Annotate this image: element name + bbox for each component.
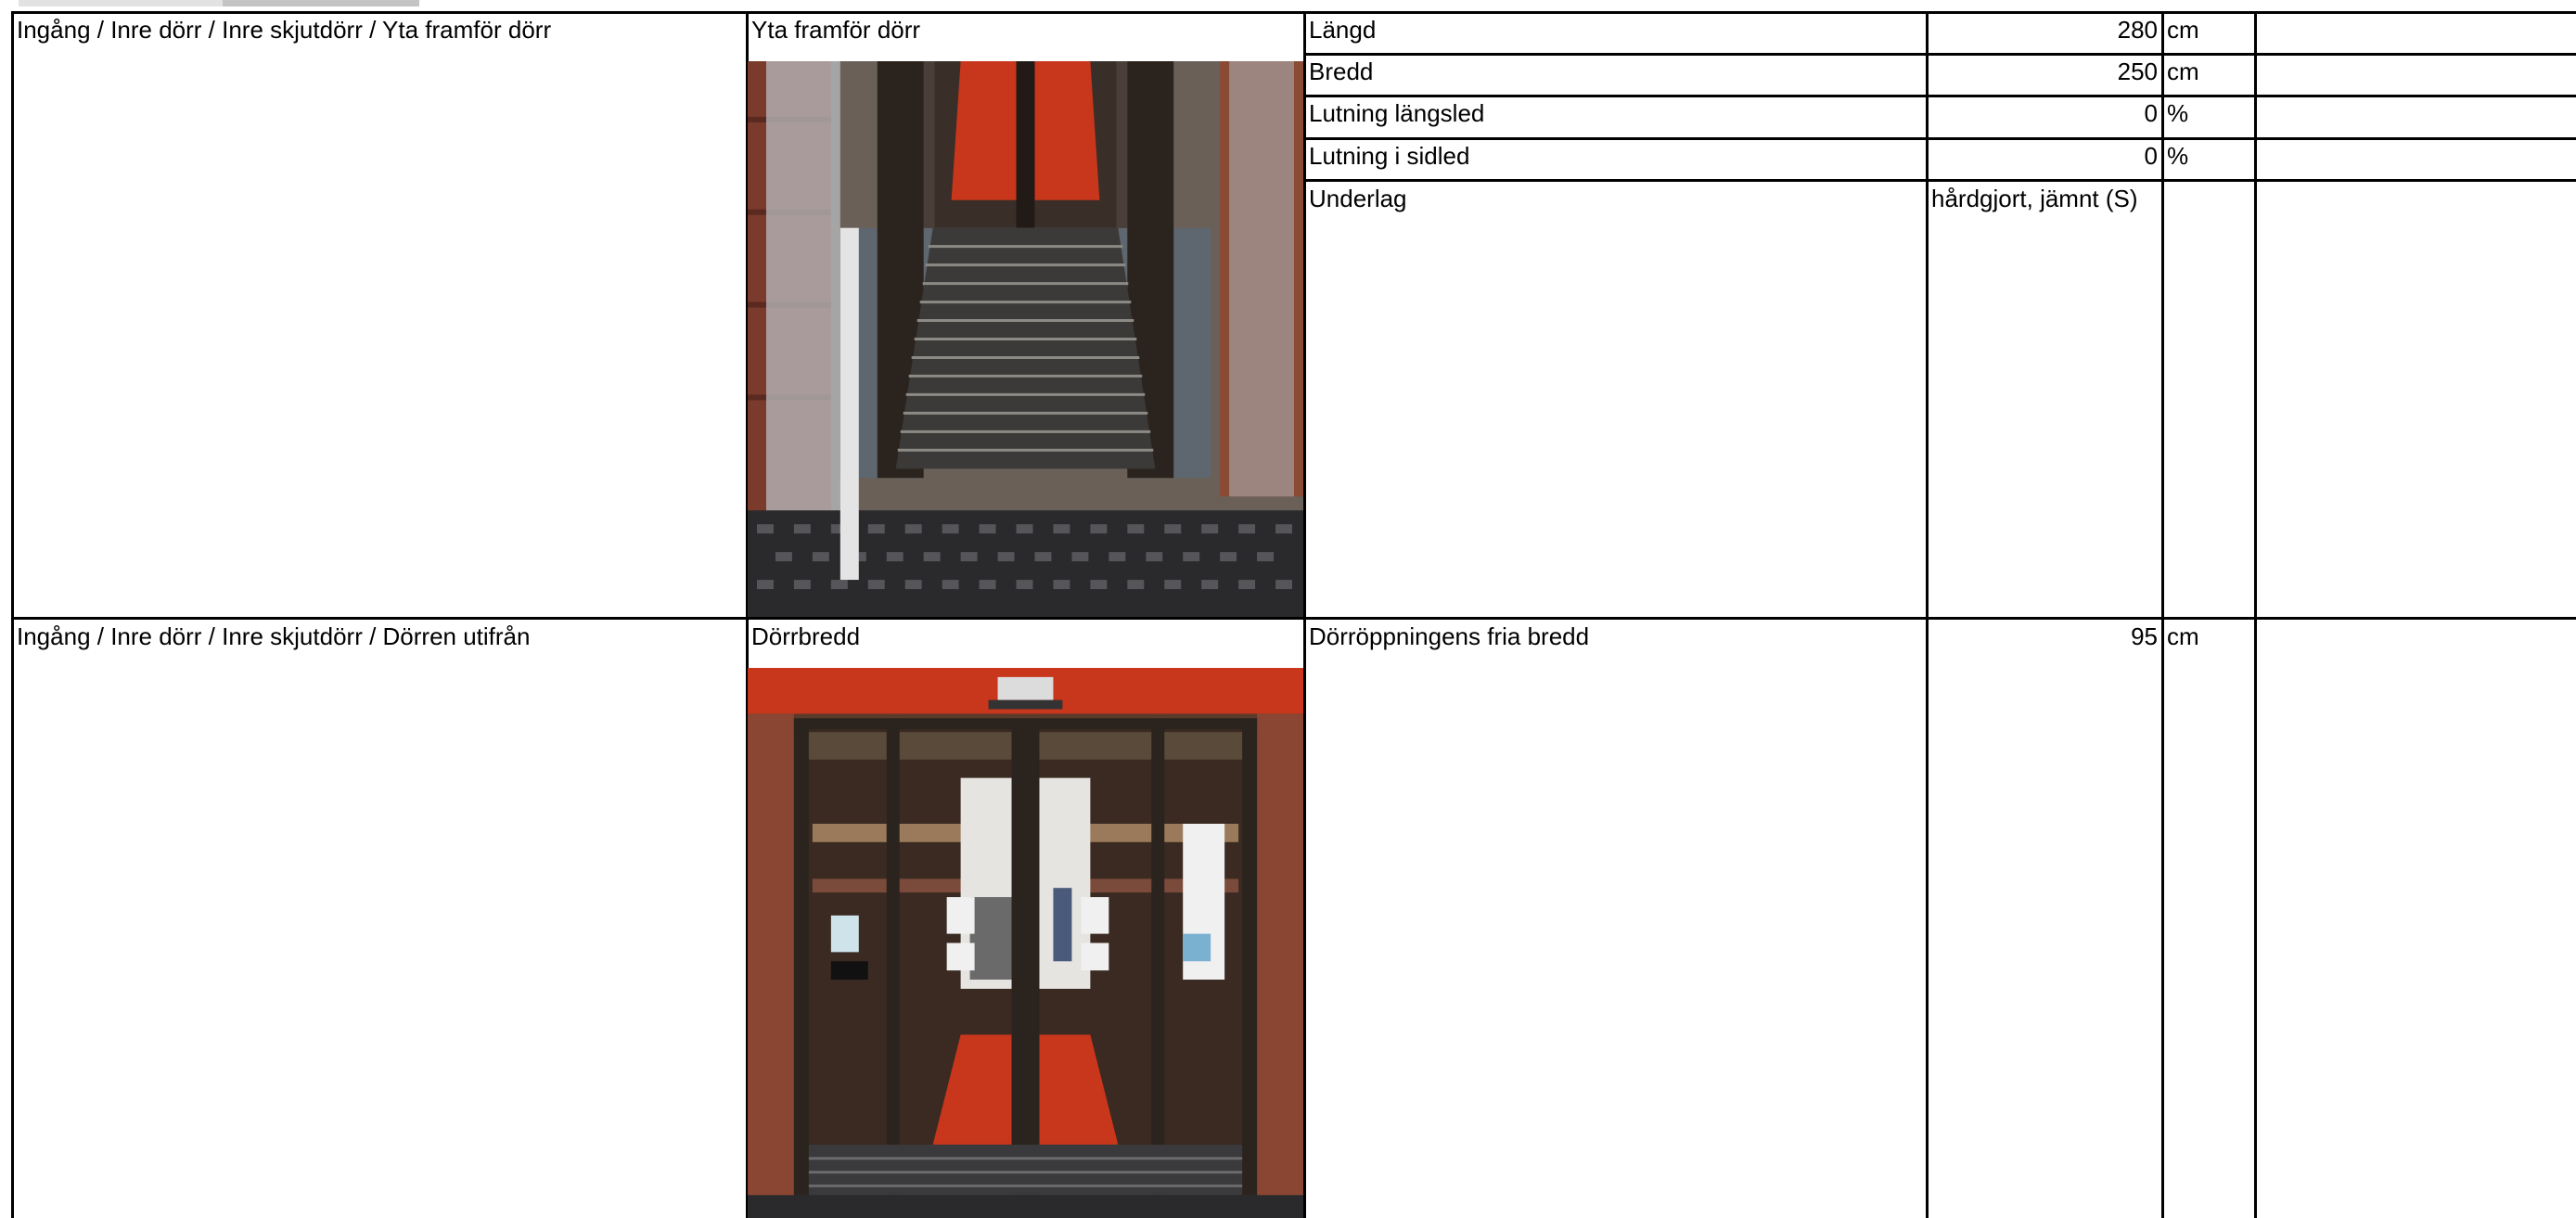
measurement-label: Bredd [1309,58,1374,85]
measurement-value: hårdgjort, jämnt (S) [1931,185,2138,212]
measurement-value: 0 [2144,142,2158,170]
image-caption: Dörrbredd [751,622,861,650]
table-border [11,11,2576,14]
sliding-door-photo [748,668,1303,1218]
measurement-unit: cm [2167,622,2199,650]
measurement-unit: % [2167,142,2189,170]
measurement-label: Dörröppningens fria bredd [1309,622,1590,650]
floor-mats-image [748,61,1303,617]
measurement-label: Längd [1309,16,1377,44]
measurement-value: 280 [2117,16,2158,44]
row-divider [11,617,2576,620]
table-border [1303,11,1306,1218]
measurement-unit: cm [2167,58,2199,85]
image-caption: Yta framför dörr [751,16,921,44]
table-border [2161,11,2164,1218]
measurement-label: Lutning i sidled [1309,142,1470,170]
measurement-unit: cm [2167,16,2199,44]
measurement-unit: % [2167,99,2189,127]
location-path: Ingång / Inre dörr / Inre skjutdörr / Yt… [17,16,552,44]
location-path: Ingång / Inre dörr / Inre skjutdörr / Dö… [17,622,531,650]
table-border [1303,95,2576,97]
table-border [1303,53,2576,56]
table-border [2254,11,2257,1218]
table-border [11,11,14,1218]
table-border [1303,137,2576,140]
table-border [1926,11,1929,1218]
measurement-value: 95 [2131,622,2158,650]
sliding-glass-door-image [748,668,1303,1218]
measurement-value: 0 [2144,99,2158,127]
table-border [1303,179,2576,182]
entrance-floor-photo [748,61,1303,617]
measurement-label: Lutning längsled [1309,99,1485,127]
measurement-value: 250 [2117,58,2158,85]
measurement-label: Underlag [1309,185,1407,212]
